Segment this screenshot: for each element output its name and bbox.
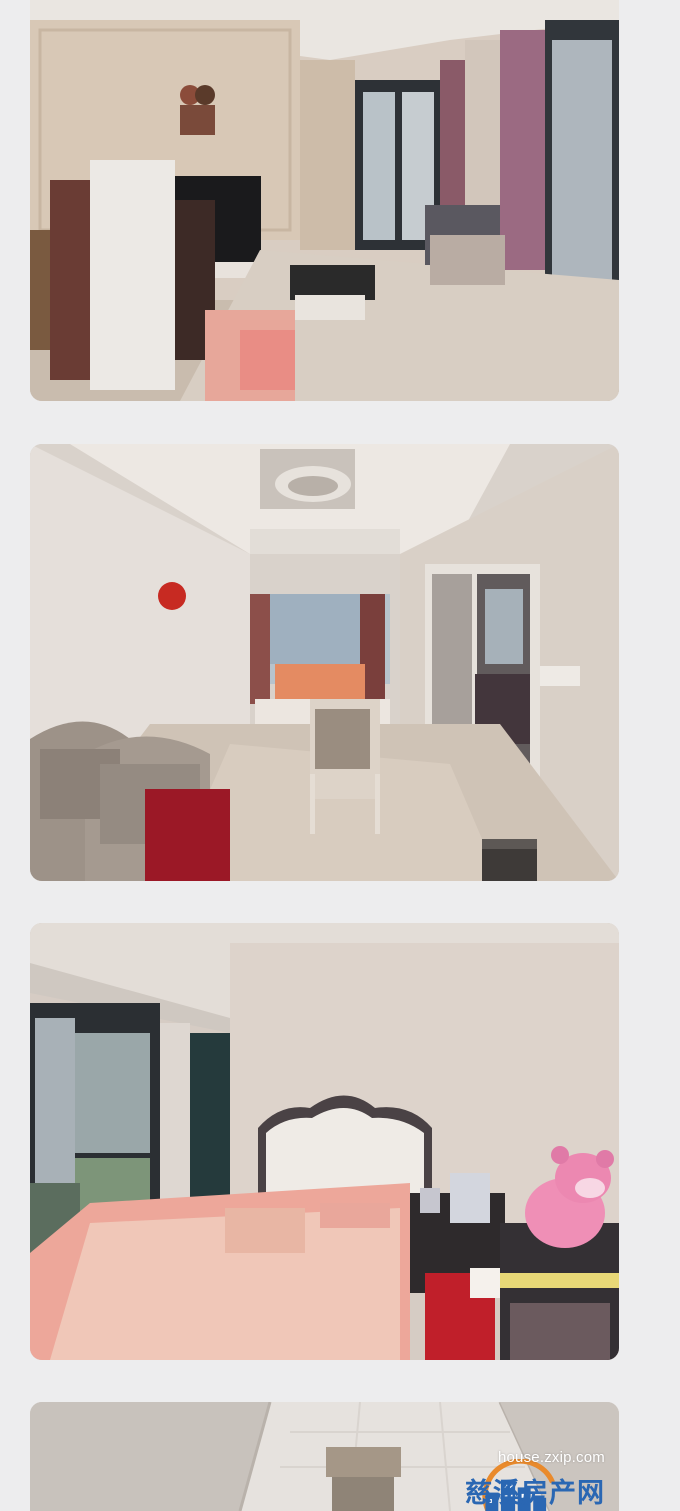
- site-watermark: house.zxip.com 慈溪房产网: [411, 1445, 611, 1511]
- photo-dining-room[interactable]: [30, 444, 619, 881]
- listing-photo-feed: house.zxip.com 慈溪房产网: [0, 0, 680, 1511]
- photo-room-ceiling[interactable]: house.zxip.com 慈溪房产网: [30, 1402, 619, 1511]
- photo-living-room[interactable]: [30, 0, 619, 401]
- photo-bedroom[interactable]: [30, 923, 619, 1360]
- watermark-url: house.zxip.com: [497, 1449, 605, 1466]
- bedroom-image: [30, 923, 619, 1360]
- living-room-image: [30, 0, 619, 401]
- watermark-site-name: 慈溪房产网: [465, 1478, 605, 1509]
- dining-room-image: [30, 444, 619, 881]
